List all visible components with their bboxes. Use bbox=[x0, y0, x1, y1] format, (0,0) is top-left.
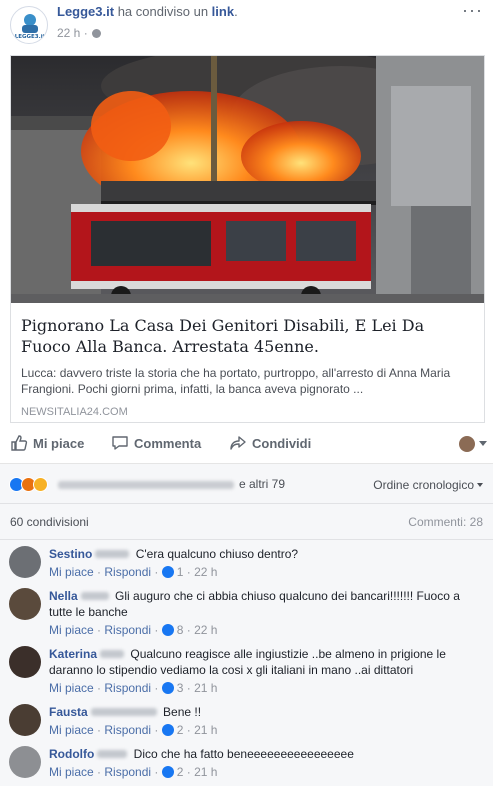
comment-meta: Mi piace · Rispondi · 2 · 21 h bbox=[49, 765, 218, 779]
comment-reply-link[interactable]: Rispondi bbox=[104, 565, 151, 579]
comment-like-link[interactable]: Mi piace bbox=[49, 723, 94, 737]
commenter-avatar[interactable] bbox=[9, 646, 41, 678]
period: . bbox=[234, 4, 238, 19]
post-author-line: Legge3.it ha condiviso un link. bbox=[57, 4, 238, 19]
comment-reply-link[interactable]: Rispondi bbox=[104, 765, 151, 779]
logo-text: LEGGE3.it bbox=[15, 34, 46, 40]
burning-bank-fire-truck-photo-icon bbox=[11, 56, 484, 303]
comment-reply-link[interactable]: Rispondi bbox=[104, 681, 151, 695]
order-label[interactable]: Ordine cronologico bbox=[373, 478, 474, 492]
link-preview-image[interactable] bbox=[11, 56, 484, 303]
link-title[interactable]: Pignorano La Casa Dei Genitori Disabili,… bbox=[21, 315, 474, 357]
surname-blurred bbox=[97, 750, 128, 758]
surname-blurred bbox=[100, 650, 125, 658]
comment-time[interactable]: 21 h bbox=[194, 681, 217, 695]
surname-blurred bbox=[80, 592, 109, 600]
like-reaction-icon bbox=[161, 682, 174, 694]
comment-like-count[interactable]: 1 bbox=[177, 565, 184, 579]
comment-reply-link[interactable]: Rispondi bbox=[104, 623, 151, 637]
link-preview-body[interactable]: Pignorano La Casa Dei Genitori Disabili,… bbox=[11, 303, 484, 423]
globe-icon bbox=[91, 29, 101, 38]
comment-like-link[interactable]: Mi piace bbox=[49, 681, 94, 695]
post-time[interactable]: 22 h bbox=[57, 26, 80, 40]
comments-count[interactable]: Commenti: 28 bbox=[408, 515, 483, 529]
commenter-avatar[interactable] bbox=[9, 746, 41, 778]
comment-meta: Mi piace · Rispondi · 1 · 22 h bbox=[49, 565, 218, 579]
share-label[interactable]: Condividi bbox=[252, 436, 311, 451]
like-reaction-icon bbox=[161, 566, 174, 578]
comment-body: Katerina Qualcuno reagisce alle ingiusti… bbox=[49, 646, 479, 678]
link-description: Lucca: davvero triste la storia che ha p… bbox=[21, 366, 451, 396]
reactions-bar[interactable]: e altri 79 Ordine cronologico bbox=[0, 464, 493, 504]
commenter-name[interactable]: Katerina bbox=[49, 647, 97, 661]
comment-time[interactable]: 22 h bbox=[194, 565, 217, 579]
comment-like-link[interactable]: Mi piace bbox=[49, 565, 94, 579]
reaction-others-count[interactable]: e altri 79 bbox=[239, 477, 285, 491]
sad-reaction-icon bbox=[33, 477, 48, 492]
comment-button[interactable]: Commenta bbox=[111, 434, 201, 452]
comment-time[interactable]: 22 h bbox=[194, 623, 217, 637]
comment-bubble-icon bbox=[112, 436, 128, 450]
comment-body: Rodolfo Dico che ha fatto beneeeeeeeeeee… bbox=[49, 746, 479, 762]
comment-reply-link[interactable]: Rispondi bbox=[104, 723, 151, 737]
comment-meta: Mi piace · Rispondi · 3 · 21 h bbox=[49, 681, 218, 695]
comment-time[interactable]: 21 h bbox=[194, 723, 217, 737]
commenter-avatar[interactable] bbox=[9, 546, 41, 578]
comment-time[interactable]: 21 h bbox=[194, 765, 217, 779]
link-word[interactable]: link bbox=[212, 4, 234, 19]
comment-body: Nella Gli auguro che ci abbia chiuso qua… bbox=[49, 588, 479, 620]
comment-like-count[interactable]: 8 bbox=[177, 623, 184, 637]
link-preview-card[interactable]: Pignorano La Casa Dei Genitori Disabili,… bbox=[10, 55, 485, 423]
thumbs-up-icon bbox=[11, 435, 28, 451]
comment-text: Dico che ha fatto beneeeeeeeeeeeeeeee bbox=[133, 747, 354, 761]
chevron-down-icon[interactable] bbox=[479, 441, 487, 446]
like-label[interactable]: Mi piace bbox=[33, 436, 84, 451]
commenter-name[interactable]: Rodolfo bbox=[49, 747, 94, 761]
comment-like-count[interactable]: 3 bbox=[177, 681, 184, 695]
like-button[interactable]: Mi piace bbox=[10, 434, 84, 452]
share-arrow-icon bbox=[230, 436, 246, 450]
post-actions-bar: Mi piace Commenta Condividi bbox=[0, 426, 493, 464]
more-options-icon[interactable]: ··· bbox=[462, 0, 483, 21]
comment-text: C'era qualcuno chiuso dentro? bbox=[135, 547, 299, 561]
page-avatar[interactable]: LEGGE3.it bbox=[10, 6, 48, 44]
comment-like-count[interactable]: 2 bbox=[177, 723, 184, 737]
comment-like-link[interactable]: Mi piace bbox=[49, 765, 94, 779]
post-header: LEGGE3.it Legge3.it ha condiviso un link… bbox=[0, 0, 493, 52]
legge3-logo-icon: LEGGE3.it bbox=[15, 14, 46, 40]
viewer-avatar[interactable] bbox=[459, 436, 475, 452]
reactor-names-blurred bbox=[58, 481, 234, 489]
like-reaction-icon bbox=[161, 624, 174, 636]
comment-like-link[interactable]: Mi piace bbox=[49, 623, 94, 637]
shares-count[interactable]: 60 condivisioni bbox=[10, 515, 89, 529]
commenter-name[interactable]: Fausta bbox=[49, 705, 88, 719]
comment-order-dropdown[interactable]: Ordine cronologico bbox=[373, 478, 483, 492]
share-verb: ha condiviso un bbox=[117, 4, 209, 19]
commenter-name[interactable]: Sestino bbox=[49, 547, 92, 561]
post-timestamp[interactable]: 22 h · bbox=[57, 26, 101, 40]
commenter-name[interactable]: Nella bbox=[49, 589, 78, 603]
counts-bar: 60 condivisioni Commenti: 28 bbox=[0, 504, 493, 540]
commenter-avatar[interactable] bbox=[9, 588, 41, 620]
comment-text: Bene !! bbox=[163, 705, 202, 719]
comment-text: Gli auguro che ci abbia chiuso qualcuno … bbox=[49, 589, 460, 619]
surname-blurred bbox=[90, 708, 157, 716]
link-source: NEWSITALIA24.COM bbox=[21, 406, 128, 418]
comment-meta: Mi piace · Rispondi · 8 · 22 h bbox=[49, 623, 218, 637]
commenter-avatar[interactable] bbox=[9, 704, 41, 736]
comment-like-count[interactable]: 2 bbox=[177, 765, 184, 779]
surname-blurred bbox=[95, 550, 130, 558]
comment-meta: Mi piace · Rispondi · 2 · 21 h bbox=[49, 723, 218, 737]
comment-label[interactable]: Commenta bbox=[134, 436, 201, 451]
like-reaction-icon bbox=[161, 766, 174, 778]
comment-body: Sestino C'era qualcuno chiuso dentro? bbox=[49, 546, 479, 562]
like-reaction-icon bbox=[161, 724, 174, 736]
comment-body: Fausta Bene !! bbox=[49, 704, 479, 720]
chevron-down-icon bbox=[477, 483, 483, 487]
share-button[interactable]: Condividi bbox=[229, 434, 311, 452]
page-name-link[interactable]: Legge3.it bbox=[57, 4, 114, 19]
